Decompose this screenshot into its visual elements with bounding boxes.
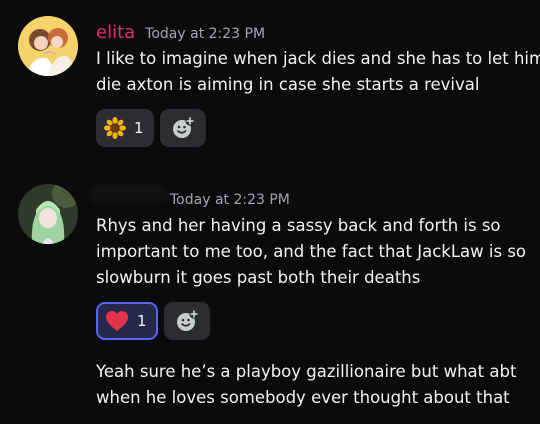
avatar[interactable]	[18, 16, 78, 76]
message-text-line: Yeah sure he’s a playboy gazillionaire b…	[96, 362, 517, 381]
message-header: elita Today at 2:23 PM	[96, 22, 265, 43]
message-text-line: when he loves somebody ever thought abou…	[96, 388, 510, 407]
reaction-count: 1	[134, 119, 144, 137]
add-reaction-icon	[176, 309, 199, 331]
message-text-line: important to me too, and the fact that J…	[96, 242, 527, 261]
reaction-heart[interactable]: 1	[96, 302, 158, 340]
username[interactable]: elita	[96, 22, 135, 43]
reactions-bar: 1	[96, 302, 210, 340]
add-reaction-button[interactable]	[159, 109, 206, 147]
message-text-line: slowburn it goes past both their deaths	[96, 268, 421, 287]
reactions-bar: 1	[96, 109, 206, 147]
reaction-sunflower[interactable]: 1	[96, 109, 154, 147]
timestamp[interactable]: Today at 2:23 PM	[145, 26, 265, 42]
avatar-illustration-icon	[18, 184, 78, 244]
message-header: Today at 2:23 PM	[170, 192, 290, 208]
redacted-username	[88, 184, 170, 204]
reaction-count: 1	[137, 312, 147, 330]
avatar[interactable]	[18, 184, 78, 244]
timestamp[interactable]: Today at 2:23 PM	[170, 192, 290, 208]
chat-log: elita Today at 2:23 PM I like to imagine…	[0, 0, 540, 424]
avatar-illustration-icon	[18, 16, 78, 76]
sunflower-icon	[104, 117, 126, 139]
add-reaction-button[interactable]	[163, 302, 210, 340]
message-text-line: die axton is aiming in case she starts a…	[96, 75, 480, 94]
message-text-line: Rhys and her having a sassy back and for…	[96, 216, 501, 235]
red-heart-icon	[106, 311, 128, 331]
add-reaction-icon	[172, 116, 195, 138]
message-text-line: I like to imagine when jack dies and she…	[96, 49, 540, 68]
